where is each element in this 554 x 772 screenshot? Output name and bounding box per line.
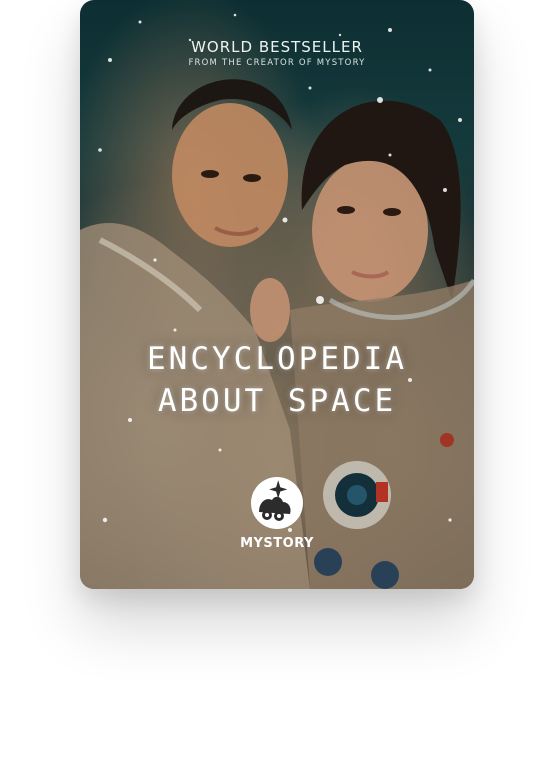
brand-logo: MYSTORY (80, 476, 474, 551)
cover-text-overlay: WORLD BESTSELLER FROM THE CREATOR OF MYS… (80, 0, 474, 589)
creator-label: FROM THE CREATOR OF MYSTORY (188, 58, 366, 68)
mystory-logo-icon (251, 477, 303, 529)
brand-name: MYSTORY (240, 536, 314, 551)
title-line-1: ENCYCLOPEDIA (147, 341, 407, 377)
page-stage: WORLD BESTSELLER FROM THE CREATOR OF MYS… (0, 0, 554, 772)
book-cover: WORLD BESTSELLER FROM THE CREATOR OF MYS… (80, 0, 474, 589)
cover-title: ENCYCLOPEDIA ABOUT SPACE (80, 338, 474, 422)
bestseller-label: WORLD BESTSELLER (191, 38, 363, 56)
title-line-2: ABOUT SPACE (157, 383, 397, 419)
